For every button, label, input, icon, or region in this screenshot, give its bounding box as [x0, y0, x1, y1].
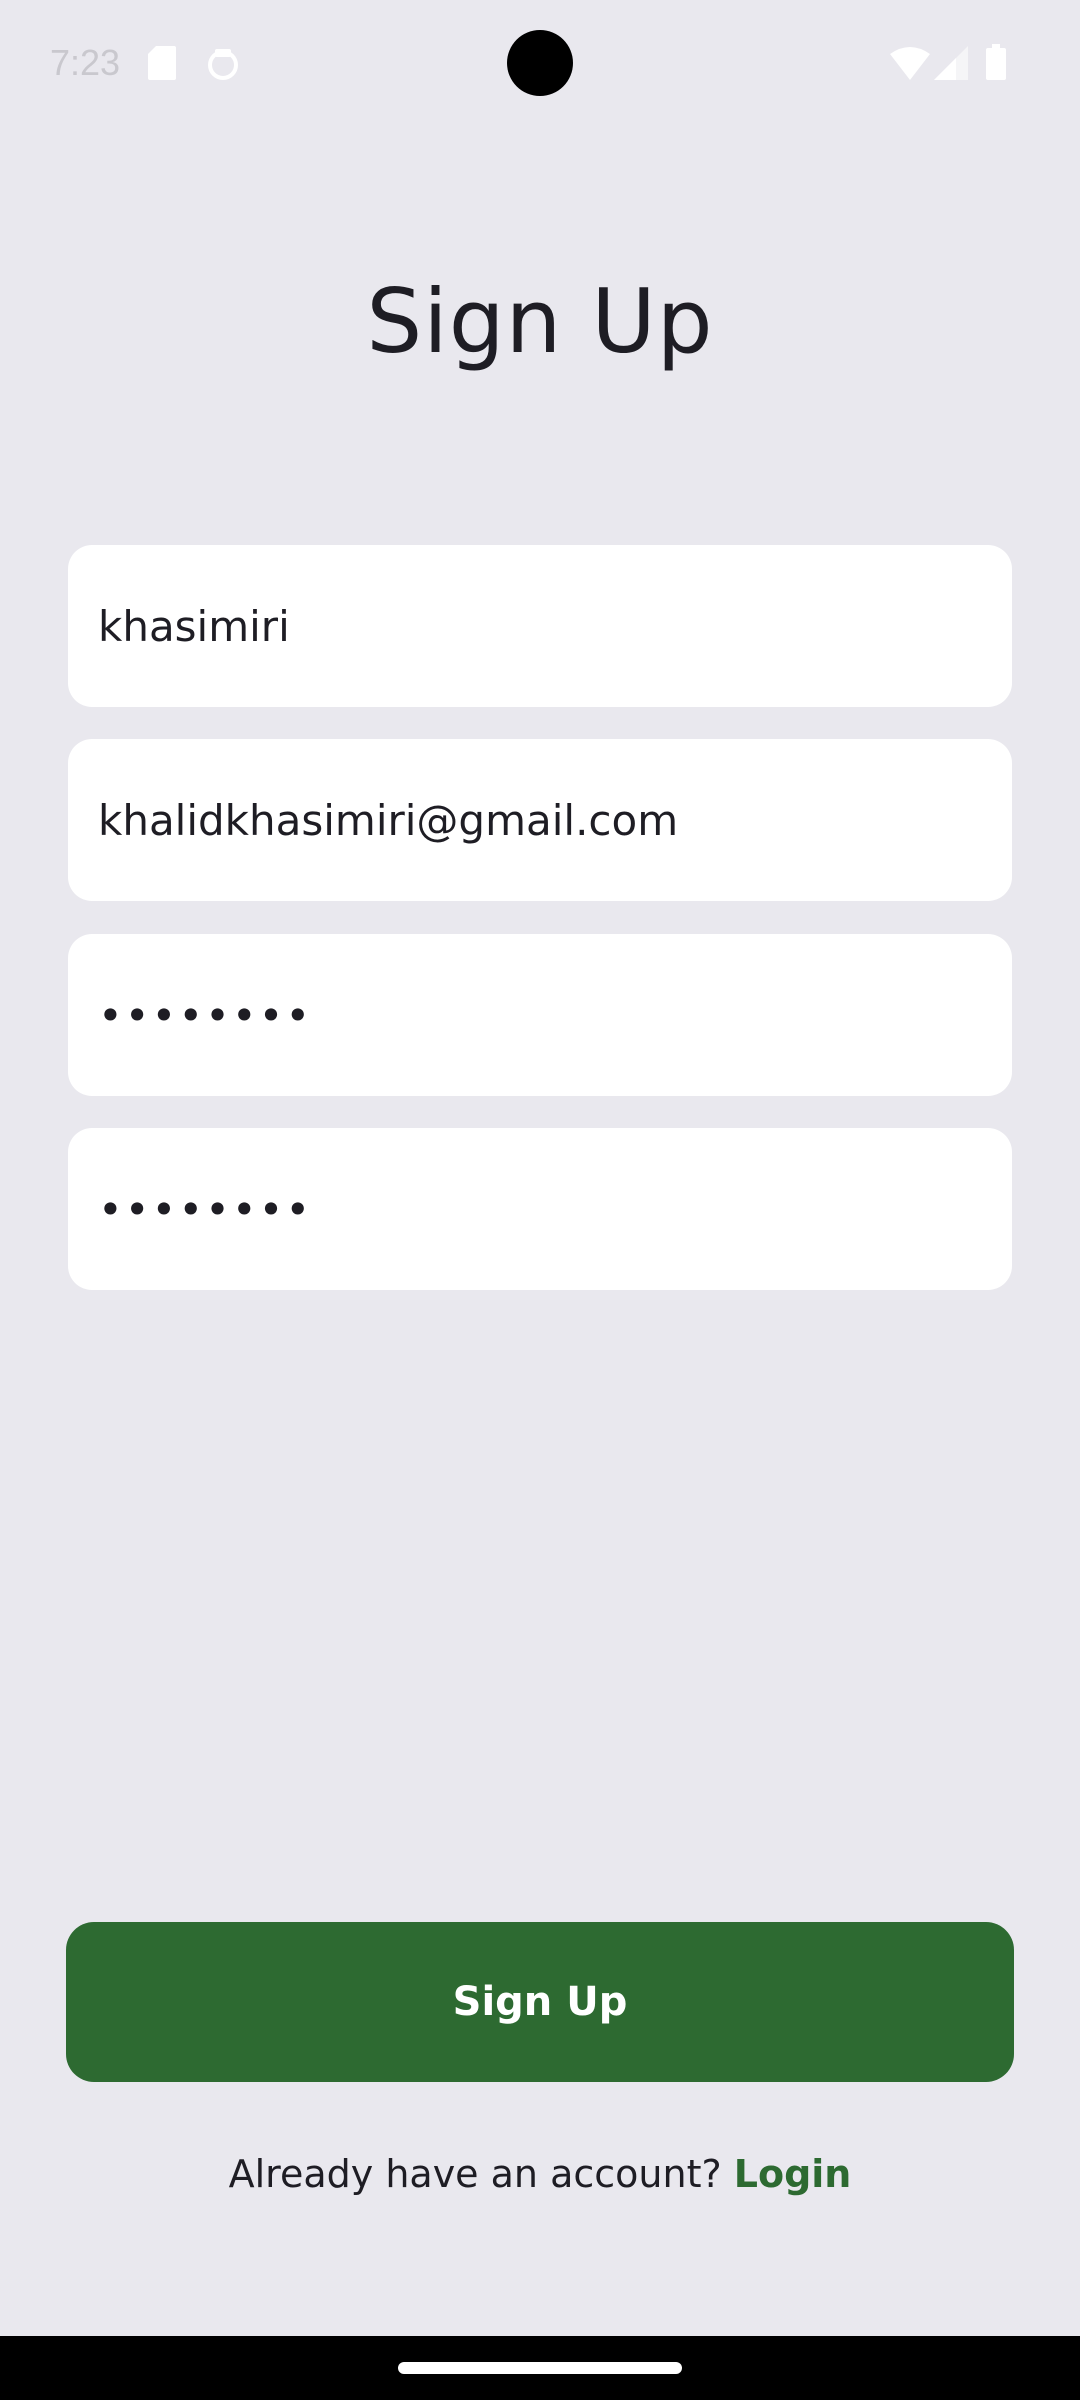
username-field[interactable]: khasimiri: [68, 545, 1012, 707]
signup-button[interactable]: Sign Up: [66, 1922, 1014, 2082]
page-title: Sign Up: [366, 270, 714, 373]
status-bar: 7:23: [0, 0, 1080, 130]
sd-card-icon: [148, 46, 176, 80]
cell-signal-icon: [934, 46, 968, 80]
login-prompt-text: Already have an account?: [228, 2152, 722, 2196]
status-time: 7:23: [50, 42, 121, 83]
wifi-icon: [890, 47, 930, 80]
app-notification-icon: [208, 49, 238, 80]
login-prompt: Already have an account? Login: [0, 2152, 1080, 2196]
home-indicator[interactable]: [398, 2362, 682, 2374]
camera-cutout: [507, 30, 573, 96]
email-field[interactable]: khalidkhasimiri@gmail.com: [68, 739, 1012, 901]
password-field[interactable]: ••••••••: [68, 934, 1012, 1096]
navigation-bar: [0, 2336, 1080, 2400]
confirm-password-field[interactable]: ••••••••: [68, 1128, 1012, 1290]
login-link[interactable]: Login: [734, 2152, 852, 2196]
battery-icon: [986, 44, 1006, 80]
